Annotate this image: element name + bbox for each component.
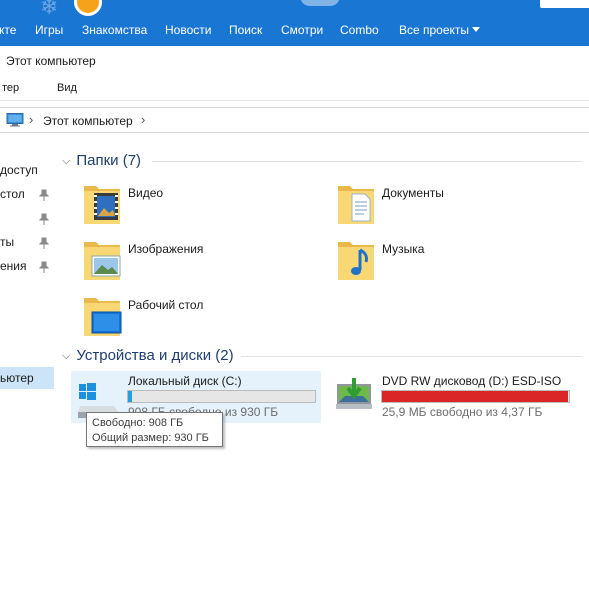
tooltip-free-line: Свободно: 908 ГБ (92, 417, 184, 429)
address-bar[interactable]: › Этот компьютер › (0, 107, 589, 133)
dropdown-arrow-icon (472, 27, 481, 32)
devices-group-header[interactable]: ⌵ Устройства и диски (2) (62, 347, 234, 364)
drive-c-usage-bar (127, 390, 316, 403)
nav-link-combo[interactable]: Combo (340, 23, 379, 37)
ribbon-divider (0, 100, 589, 101)
breadcrumb-this-pc[interactable]: Этот компьютер (43, 114, 133, 128)
nav-pictures[interactable]: ения (0, 259, 27, 273)
ribbon-tab-view[interactable]: Вид (57, 82, 77, 94)
navigation-pane: доступ стол ты ения ьютер (0, 134, 54, 590)
nav-link-contacts[interactable]: кте (0, 23, 16, 37)
dvd-drive-icon[interactable] (334, 374, 374, 412)
folder-video-label[interactable]: Видео (128, 186, 163, 200)
group-divider (241, 356, 582, 357)
nav-desktop[interactable]: стол (0, 187, 25, 201)
snowflake-icon: ❄ (40, 0, 59, 19)
folder-pictures-icon[interactable] (82, 236, 122, 282)
breadcrumb-chevron-icon[interactable]: › (29, 112, 33, 127)
tooltip-total-line: Общий размер: 930 ГБ (92, 432, 209, 444)
all-projects-label: Все проекты (399, 23, 470, 37)
nav-link-watch[interactable]: Смотри (281, 23, 323, 37)
top-navigation-bar: ❄ кте Игры Знакомства Новости Поиск Смот… (0, 0, 589, 46)
folder-music-icon[interactable] (336, 236, 376, 282)
computer-icon (6, 113, 24, 127)
window-title: Этот компьютер (6, 54, 96, 68)
breadcrumb-chevron-icon[interactable]: › (141, 112, 145, 127)
devices-group-title: Устройства и диски (2) (76, 347, 234, 364)
folder-desktop-label[interactable]: Рабочий стол (128, 298, 203, 312)
pin-icon[interactable] (39, 261, 49, 273)
nav-link-search[interactable]: Поиск (229, 23, 262, 37)
drive-d-usage-bar (381, 390, 570, 403)
folder-documents-icon[interactable] (336, 180, 376, 226)
folders-group-header[interactable]: ⌵ Папки (7) (62, 152, 141, 169)
search-box[interactable] (540, 0, 589, 8)
chevron-down-icon[interactable]: ⌵ (62, 350, 70, 363)
drive-d-usage-fill (382, 391, 568, 402)
chevron-down-icon[interactable]: ⌵ (62, 155, 70, 168)
group-divider (152, 161, 582, 162)
folders-group-title: Папки (7) (76, 152, 142, 169)
drive-d-label[interactable]: DVD RW дисковод (D:) ESD-ISO (382, 374, 561, 388)
mail-logo-icon[interactable] (74, 0, 102, 16)
drive-c-usage-fill (128, 391, 132, 402)
nav-link-games[interactable]: Игры (35, 23, 63, 37)
folder-music-label[interactable]: Музыка (382, 242, 424, 256)
ribbon-tab-computer[interactable]: тер (2, 82, 19, 94)
drive-d-free-space: 25,9 МБ свободно из 4,37 ГБ (382, 405, 543, 419)
nav-documents[interactable]: ты (0, 235, 14, 249)
pin-icon[interactable] (39, 213, 49, 225)
decoration-cloud-icon (300, 0, 340, 6)
nav-this-pc[interactable]: ьютер (0, 371, 34, 385)
nav-link-dating[interactable]: Знакомства (82, 23, 147, 37)
pin-icon[interactable] (39, 237, 49, 249)
folder-documents-label[interactable]: Документы (382, 186, 444, 200)
folder-pictures-label[interactable]: Изображения (128, 242, 203, 256)
nav-link-all-projects[interactable]: Все проекты (399, 23, 481, 37)
nav-quick-access[interactable]: доступ (0, 163, 38, 177)
folder-desktop-icon[interactable] (82, 292, 122, 338)
pin-icon[interactable] (39, 189, 49, 201)
nav-link-news[interactable]: Новости (165, 23, 211, 37)
drive-c-label[interactable]: Локальный диск (C:) (128, 374, 242, 388)
drive-tooltip: Свободно: 908 ГБ Общий размер: 930 ГБ (86, 412, 223, 447)
folder-video-icon[interactable] (82, 180, 122, 226)
